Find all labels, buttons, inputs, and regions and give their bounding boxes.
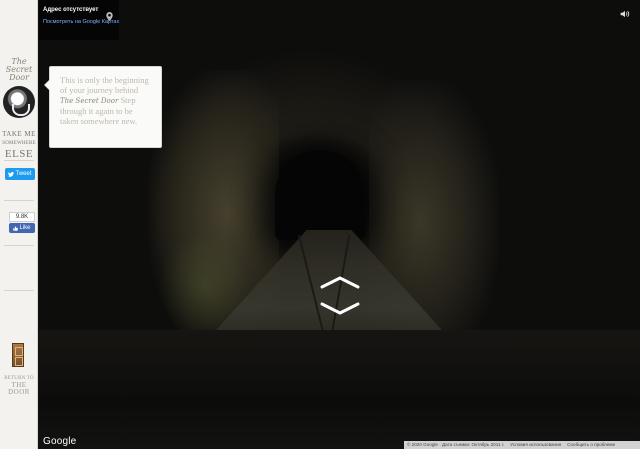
tooltip-brand: The Secret Door: [60, 97, 119, 105]
sidebar-divider: [4, 200, 34, 201]
view-on-google-maps-link[interactable]: Посмотреть на Google Картах: [43, 19, 119, 26]
arrow-back-icon[interactable]: [320, 302, 360, 316]
return-to-door-button[interactable]: RETURN TO THE DOOR: [0, 375, 38, 396]
sidebar-divider: [4, 290, 34, 291]
tooltip-text-before: This is only the beginning of your journ…: [60, 75, 149, 95]
arrow-forward-icon[interactable]: [320, 275, 360, 289]
terms-link[interactable]: Условия использования: [510, 441, 561, 449]
sound-icon[interactable]: [620, 9, 630, 19]
location-pin-icon[interactable]: [106, 12, 113, 21]
facebook-like-button[interactable]: Like: [9, 223, 35, 233]
tweet-label: Tweet: [15, 171, 32, 177]
secret-door-logo[interactable]: The Secret Door: [2, 58, 36, 82]
twitter-bird-icon: [8, 171, 15, 177]
google-logo[interactable]: Google: [43, 436, 76, 447]
take-me-line1: TAKE ME: [2, 130, 36, 138]
tunnel-opening: [275, 150, 365, 240]
sidebar-divider: [4, 245, 34, 246]
intro-tooltip: This is only the beginning of your journ…: [44, 66, 162, 148]
sidebar: The Secret Door TAKE ME SOMEWHERE ELSE T…: [0, 0, 38, 449]
sidebar-divider: [4, 160, 34, 161]
lion-knocker-icon[interactable]: [3, 86, 35, 118]
return-line2: THE DOOR: [8, 381, 30, 396]
take-me-line3: ELSE: [4, 148, 34, 160]
facebook-like-count: 9.8K: [9, 212, 35, 222]
report-problem-link[interactable]: Сообщить о проблеме: [567, 441, 615, 449]
tweet-button[interactable]: Tweet: [5, 168, 35, 180]
facebook-like-label: Like: [19, 225, 31, 231]
copyright-text: © 2020 Google · Дата съемки: Октябрь 201…: [407, 442, 505, 447]
door-icon[interactable]: [12, 343, 24, 367]
map-footer: © 2020 Google · Дата съемки: Октябрь 201…: [404, 441, 640, 449]
facebook-thumb-icon: [13, 225, 19, 231]
foreground-ground: [39, 330, 640, 449]
address-title: Адрес отсутствует: [43, 7, 99, 13]
take-me-somewhere-else-button[interactable]: TAKE ME SOMEWHERE ELSE: [2, 130, 36, 160]
take-me-line2: SOMEWHERE: [2, 141, 36, 146]
address-card: Адрес отсутствует Посмотреть на Google К…: [39, 0, 119, 40]
